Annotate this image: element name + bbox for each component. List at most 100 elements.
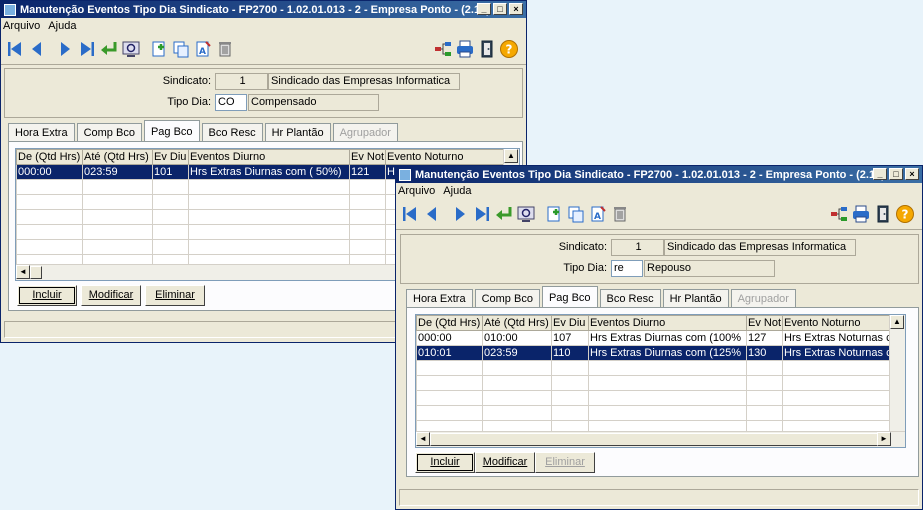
table-row[interactable] bbox=[416, 360, 894, 376]
window-titlebar[interactable]: Manutenção Eventos Tipo Dia Sindicato - … bbox=[396, 166, 922, 183]
help-icon[interactable]: ? bbox=[894, 203, 916, 225]
delete-trash-icon[interactable] bbox=[214, 38, 236, 60]
tipo-dia-name-field: Repouso bbox=[644, 260, 775, 277]
printer-icon[interactable] bbox=[454, 38, 476, 60]
sindicato-label: Sindicato: bbox=[162, 75, 211, 87]
previous-record-icon[interactable] bbox=[26, 38, 48, 60]
next-record-icon[interactable] bbox=[54, 38, 76, 60]
events-grid[interactable]: De (Qtd Hrs) Até (Qtd Hrs) Ev Diu Evento… bbox=[415, 314, 906, 448]
scroll-thumb[interactable] bbox=[430, 433, 878, 446]
minimize-button[interactable]: _ bbox=[873, 168, 887, 180]
last-record-icon[interactable] bbox=[471, 203, 493, 225]
delete-trash-icon[interactable] bbox=[609, 203, 631, 225]
copy-icon[interactable] bbox=[170, 38, 192, 60]
menu-arquivo[interactable]: Arquivo bbox=[398, 185, 435, 197]
next-record-icon[interactable] bbox=[449, 203, 471, 225]
app-icon bbox=[4, 3, 16, 16]
col-evento-noturno[interactable]: Evento Noturno bbox=[385, 149, 517, 165]
menu-ajuda[interactable]: Ajuda bbox=[443, 185, 471, 197]
cell: 121 bbox=[348, 164, 387, 180]
tab-hora-extra[interactable]: Hora Extra bbox=[8, 123, 75, 141]
cell: 110 bbox=[551, 345, 589, 361]
incluir-button[interactable]: Incluir bbox=[17, 285, 77, 306]
window-title: Manutenção Eventos Tipo Dia Sindicato - … bbox=[415, 168, 885, 181]
modificar-button[interactable]: Modificar bbox=[475, 452, 535, 473]
col-ev-diu[interactable]: Ev Diu bbox=[152, 149, 189, 165]
help-icon[interactable]: ? bbox=[498, 38, 520, 60]
tree-structure-icon[interactable] bbox=[828, 203, 850, 225]
menu-arquivo[interactable]: Arquivo bbox=[3, 20, 40, 32]
table-row[interactable]: 010:01 023:59 110 Hrs Extras Diurnas com… bbox=[416, 345, 894, 361]
incluir-button[interactable]: Incluir bbox=[415, 452, 475, 473]
tab-pag-bco[interactable]: Pag Bco bbox=[541, 286, 598, 307]
tab-hr-plantao[interactable]: Hr Plantão bbox=[662, 289, 729, 307]
col-ate[interactable]: Até (Qtd Hrs) bbox=[482, 315, 552, 331]
eliminar-button: Eliminar bbox=[535, 452, 595, 473]
scroll-right-icon[interactable]: ► bbox=[877, 432, 891, 446]
maximize-button[interactable]: □ bbox=[889, 168, 903, 180]
vertical-scrollbar[interactable]: ▲ bbox=[889, 315, 905, 432]
previous-record-icon[interactable] bbox=[421, 203, 443, 225]
tab-bco-resc[interactable]: Bco Resc bbox=[599, 289, 661, 307]
horizontal-scrollbar[interactable]: ◄ ► bbox=[416, 431, 905, 447]
printer-icon[interactable] bbox=[850, 203, 872, 225]
sindicato-code-field[interactable]: 1 bbox=[611, 239, 664, 256]
close-button[interactable]: × bbox=[905, 168, 919, 180]
confirm-enter-icon[interactable] bbox=[98, 38, 120, 60]
exit-door-icon[interactable] bbox=[872, 203, 894, 225]
copy-icon[interactable] bbox=[565, 203, 587, 225]
cell: 127 bbox=[745, 330, 784, 346]
scroll-up-icon[interactable]: ▲ bbox=[504, 149, 518, 163]
scroll-up-icon[interactable]: ▲ bbox=[890, 315, 904, 329]
last-record-icon[interactable] bbox=[76, 38, 98, 60]
first-record-icon[interactable] bbox=[399, 203, 421, 225]
new-document-icon[interactable] bbox=[543, 203, 565, 225]
tab-comp-bco[interactable]: Comp Bco bbox=[474, 289, 540, 307]
table-row[interactable] bbox=[416, 405, 894, 421]
cell: Hrs Extras Diurnas com ( 50%) bbox=[188, 164, 350, 180]
first-record-icon[interactable] bbox=[4, 38, 26, 60]
table-row[interactable] bbox=[416, 375, 894, 391]
tab-bco-resc[interactable]: Bco Resc bbox=[201, 123, 263, 141]
search-screen-icon[interactable] bbox=[515, 203, 537, 225]
tab-hr-plantao[interactable]: Hr Plantão bbox=[264, 123, 331, 141]
new-document-icon[interactable] bbox=[148, 38, 170, 60]
scroll-left-icon[interactable]: ◄ bbox=[16, 265, 30, 279]
header-panel: Sindicato: 1 Sindicado das Empresas Info… bbox=[4, 68, 523, 118]
window-titlebar[interactable]: Manutenção Eventos Tipo Dia Sindicato - … bbox=[1, 1, 526, 18]
cell: 107 bbox=[551, 330, 589, 346]
exit-door-icon[interactable] bbox=[476, 38, 498, 60]
search-screen-icon[interactable] bbox=[120, 38, 142, 60]
scroll-left-icon[interactable]: ◄ bbox=[416, 432, 430, 446]
tab-comp-bco[interactable]: Comp Bco bbox=[76, 123, 142, 141]
table-row[interactable] bbox=[416, 390, 894, 406]
minimize-button[interactable]: _ bbox=[477, 3, 491, 15]
cell: 023:59 bbox=[82, 164, 153, 180]
close-button[interactable]: × bbox=[509, 3, 523, 15]
tipo-dia-code-field[interactable]: CO bbox=[215, 94, 247, 111]
eliminar-button[interactable]: Eliminar bbox=[145, 285, 205, 306]
tipo-dia-code-field[interactable]: re bbox=[611, 260, 643, 277]
col-de[interactable]: De (Qtd Hrs) bbox=[416, 315, 483, 331]
col-ate[interactable]: Até (Qtd Hrs) bbox=[82, 149, 153, 165]
table-row[interactable]: 000:00 010:00 107 Hrs Extras Diurnas com… bbox=[416, 330, 894, 346]
col-evento-noturno[interactable]: Evento Noturno bbox=[782, 315, 894, 331]
col-de[interactable]: De (Qtd Hrs) bbox=[16, 149, 83, 165]
col-eventos-diurno[interactable]: Eventos Diurno bbox=[588, 315, 747, 331]
col-eventos-diurno[interactable]: Eventos Diurno bbox=[188, 149, 350, 165]
confirm-enter-icon[interactable] bbox=[493, 203, 515, 225]
edit-text-icon[interactable]: A bbox=[587, 203, 609, 225]
scroll-thumb[interactable] bbox=[30, 266, 42, 279]
tab-pag-bco[interactable]: Pag Bco bbox=[143, 120, 200, 141]
edit-text-icon[interactable]: A bbox=[192, 38, 214, 60]
col-ev-not[interactable]: Ev Not bbox=[745, 315, 784, 331]
menu-ajuda[interactable]: Ajuda bbox=[48, 20, 76, 32]
modificar-button[interactable]: Modificar bbox=[81, 285, 141, 306]
col-ev-diu[interactable]: Ev Diu bbox=[551, 315, 589, 331]
tree-structure-icon[interactable] bbox=[432, 38, 454, 60]
svg-text:A: A bbox=[199, 47, 206, 57]
maximize-button[interactable]: □ bbox=[493, 3, 507, 15]
sindicato-code-field[interactable]: 1 bbox=[215, 73, 268, 90]
col-ev-not[interactable]: Ev Not bbox=[348, 149, 387, 165]
tab-hora-extra[interactable]: Hora Extra bbox=[406, 289, 473, 307]
